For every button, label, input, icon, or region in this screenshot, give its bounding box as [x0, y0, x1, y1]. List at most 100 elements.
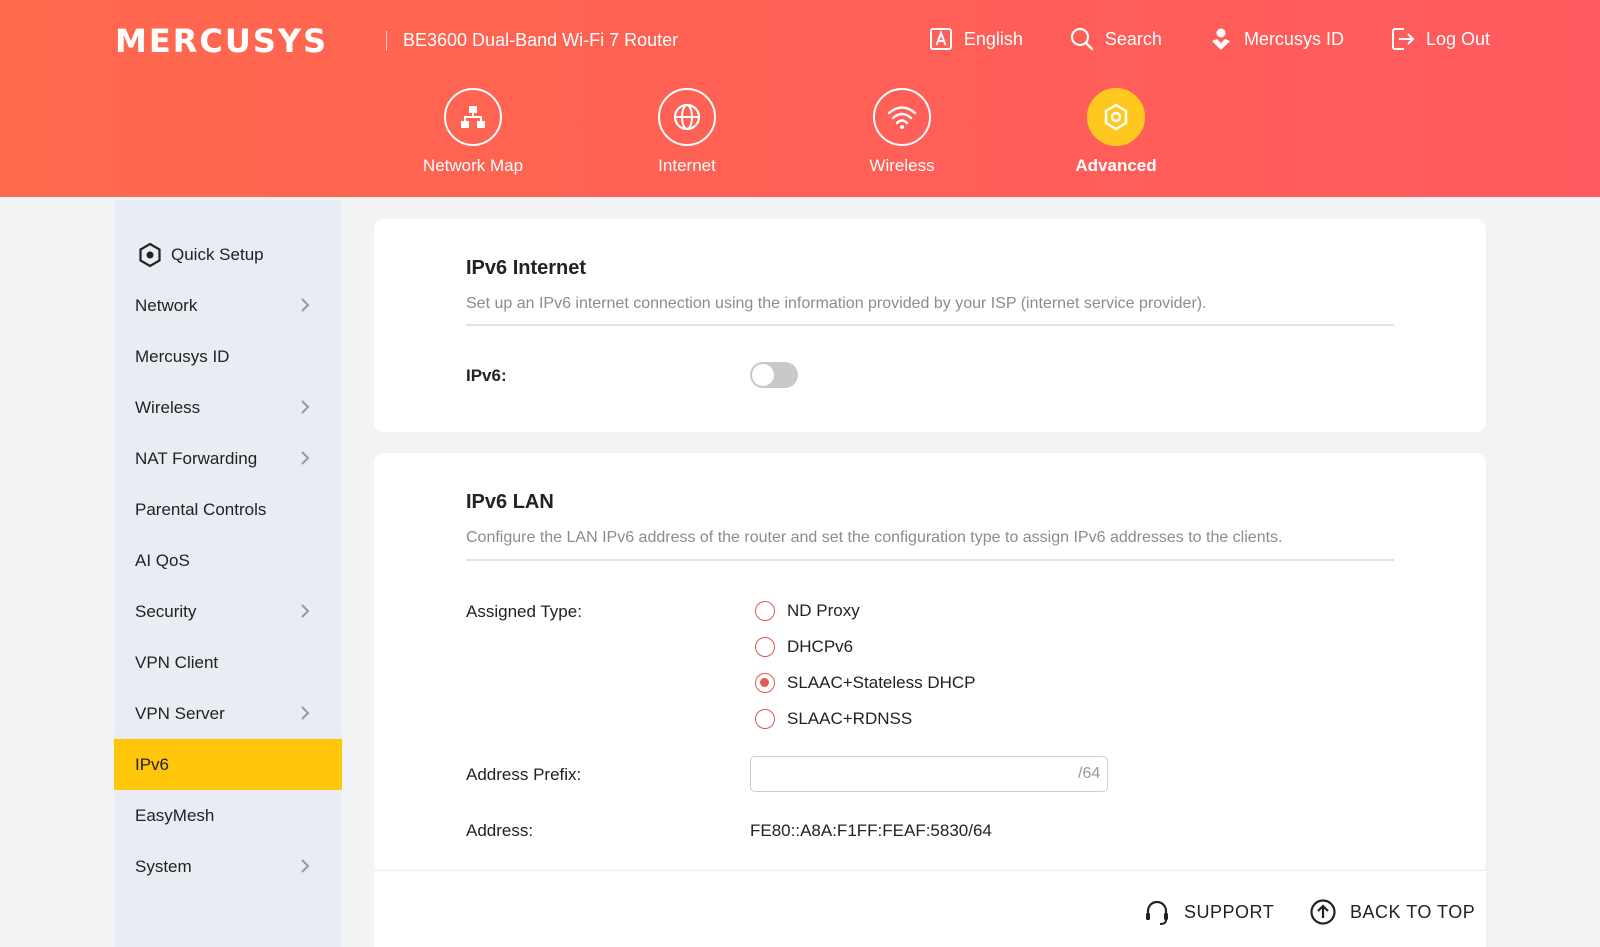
- radio-slaac-stateless-dhcp[interactable]: SLAAC+Stateless DHCP: [755, 673, 976, 693]
- main-nav: Network Map Internet Wireless Advanced: [0, 88, 1600, 188]
- logo-separator: [386, 31, 387, 51]
- address-label: Address:: [466, 821, 534, 840]
- radio-dhcpv6[interactable]: DHCPv6: [755, 637, 853, 657]
- chevron-right-icon: [301, 859, 310, 873]
- address-prefix-label: Address Prefix:: [466, 765, 582, 784]
- sidebar: Quick Setup Network Mercusys ID Wireless…: [114, 200, 342, 947]
- language-label: English: [963, 28, 1023, 49]
- sidebar-item-label: EasyMesh: [135, 805, 215, 825]
- sidebar-item-label: System: [135, 856, 192, 876]
- sidebar-item-label: Quick Setup: [171, 244, 264, 264]
- sidebar-item-network[interactable]: Network: [114, 280, 342, 331]
- model-name: BE3600 Dual-Band Wi-Fi 7 Router: [403, 30, 679, 50]
- chevron-right-icon: [301, 400, 310, 414]
- sidebar-item-mercusys-id[interactable]: Mercusys ID: [114, 331, 342, 382]
- quick-setup-icon: [139, 242, 161, 267]
- sidebar-item-label: Mercusys ID: [135, 346, 230, 366]
- headset-icon: [1146, 900, 1168, 925]
- language-selector[interactable]: English: [928, 26, 1023, 52]
- prefix-suffix: /64: [1078, 765, 1101, 782]
- network-map-icon: [461, 106, 485, 128]
- ipv6-toggle[interactable]: [750, 362, 798, 388]
- ipv6-lan-title: IPv6 LAN: [466, 491, 554, 513]
- address-prefix-input[interactable]: [750, 756, 1108, 792]
- ipv6-internet-card: IPv6 Internet Set up an IPv6 internet co…: [374, 219, 1486, 432]
- support-label: SUPPORT: [1184, 901, 1275, 922]
- globe-icon: [673, 103, 701, 131]
- logout-link[interactable]: Log Out: [1390, 26, 1490, 52]
- sidebar-item-label: VPN Server: [135, 703, 225, 723]
- toggle-knob: [752, 364, 774, 386]
- back-to-top-label: BACK TO TOP: [1350, 901, 1476, 922]
- header: MERCUSYS BE3600 Dual-Band Wi-Fi 7 Router…: [0, 0, 1600, 197]
- radio-slaac-rdnss[interactable]: SLAAC+RDNSS: [755, 709, 912, 729]
- logout-label: Log Out: [1425, 28, 1490, 49]
- user-icon: [1211, 28, 1230, 50]
- ipv6-lan-description: Configure the LAN IPv6 address of the ro…: [466, 529, 1283, 546]
- gear-icon: [1104, 103, 1128, 131]
- nav-network-map[interactable]: Network Map: [393, 88, 553, 176]
- sidebar-item-security[interactable]: Security: [114, 586, 342, 637]
- chevron-right-icon: [301, 706, 310, 720]
- radio-button[interactable]: [755, 637, 775, 657]
- back-to-top-link[interactable]: BACK TO TOP: [1308, 897, 1475, 927]
- language-icon: [929, 28, 952, 50]
- nav-wireless-label: Wireless: [869, 156, 935, 175]
- sidebar-item-quick-setup[interactable]: Quick Setup: [114, 229, 342, 280]
- radio-button[interactable]: [755, 709, 775, 729]
- divider: [466, 559, 1394, 561]
- address-value: FE80::A8A:F1FF:FEAF:5830/64: [750, 821, 992, 840]
- nav-advanced-label: Advanced: [1075, 156, 1157, 175]
- search-icon: [1070, 27, 1094, 51]
- sidebar-item-vpn-server[interactable]: VPN Server: [114, 688, 342, 739]
- radio-button-selected[interactable]: [755, 673, 775, 693]
- chevron-right-icon: [301, 298, 310, 312]
- sidebar-item-label: Network: [135, 295, 198, 315]
- sidebar-item-nat-forwarding[interactable]: NAT Forwarding: [114, 433, 342, 484]
- radio-label: SLAAC+Stateless DHCP: [787, 673, 976, 692]
- brand-logo[interactable]: MERCUSYS: [115, 22, 328, 60]
- ipv6-internet-title: IPv6 Internet: [466, 257, 587, 279]
- chevron-right-icon: [301, 604, 310, 618]
- chevron-right-icon: [301, 451, 310, 465]
- sidebar-item-wireless[interactable]: Wireless: [114, 382, 342, 433]
- sidebar-item-label: Parental Controls: [135, 499, 267, 519]
- radio-label: DHCPv6: [787, 637, 854, 656]
- nav-internet-label: Internet: [658, 156, 716, 175]
- support-link[interactable]: SUPPORT: [1142, 897, 1274, 927]
- arrow-up-circle-icon: [1310, 899, 1336, 925]
- top-links: English Search Mercusys ID Log Out: [928, 26, 1490, 52]
- search-label: Search: [1104, 28, 1162, 49]
- sidebar-item-label: Wireless: [135, 397, 201, 417]
- radio-label: ND Proxy: [787, 601, 860, 620]
- ipv6-internet-description: Set up an IPv6 internet connection using…: [466, 295, 1207, 312]
- nav-advanced[interactable]: Advanced: [1036, 88, 1196, 176]
- sidebar-item-label: NAT Forwarding: [135, 448, 258, 468]
- divider: [466, 324, 1394, 326]
- nav-network-map-label: Network Map: [422, 156, 524, 175]
- assigned-type-label: Assigned Type:: [466, 602, 582, 621]
- sidebar-item-label: AI QoS: [135, 550, 190, 570]
- ipv6-lan-card: IPv6 LAN Configure the LAN IPv6 address …: [374, 453, 1486, 873]
- mercusys-id-link[interactable]: Mercusys ID: [1208, 26, 1344, 52]
- sidebar-item-ipv6[interactable]: IPv6: [114, 739, 342, 790]
- nav-internet[interactable]: Internet: [607, 88, 767, 176]
- ipv6-toggle-label: IPv6:: [466, 366, 507, 385]
- radio-label: SLAAC+RDNSS: [787, 709, 913, 728]
- sidebar-item-label: IPv6: [135, 754, 170, 774]
- mercusys-id-label: Mercusys ID: [1243, 28, 1344, 49]
- sidebar-item-label: Security: [135, 601, 197, 621]
- sidebar-item-system[interactable]: System: [114, 841, 342, 892]
- logout-icon: [1391, 28, 1415, 50]
- footer: SUPPORT BACK TO TOP: [374, 870, 1486, 947]
- radio-button[interactable]: [755, 601, 775, 621]
- sidebar-item-label: VPN Client: [135, 652, 219, 672]
- nav-wireless[interactable]: Wireless: [822, 88, 982, 176]
- sidebar-item-ai-qos[interactable]: AI QoS: [114, 535, 342, 586]
- wifi-icon: [887, 106, 917, 129]
- search-link[interactable]: Search: [1069, 26, 1162, 52]
- sidebar-item-easymesh[interactable]: EasyMesh: [114, 790, 342, 841]
- sidebar-item-parental-controls[interactable]: Parental Controls: [114, 484, 342, 535]
- radio-nd-proxy[interactable]: ND Proxy: [755, 601, 860, 621]
- sidebar-item-vpn-client[interactable]: VPN Client: [114, 637, 342, 688]
